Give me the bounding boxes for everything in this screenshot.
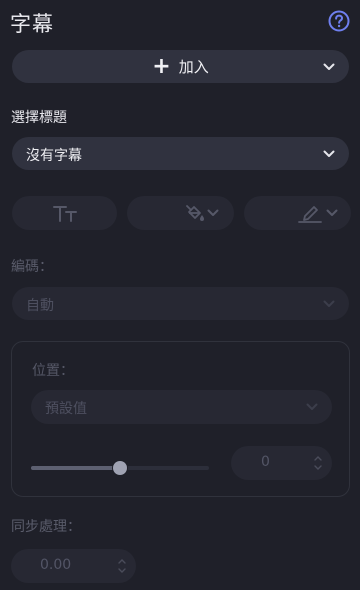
panel-title: 字幕	[10, 12, 54, 36]
chevron-down-icon	[323, 150, 335, 157]
fill-color-button[interactable]	[127, 196, 234, 230]
stepper-arrows-icon[interactable]	[118, 556, 126, 576]
chevron-down-icon	[306, 403, 318, 410]
add-button-label: 加入	[178, 58, 209, 76]
position-preset-value: 預設值	[45, 401, 87, 417]
add-subtitle-button[interactable]: + 加入	[12, 50, 349, 83]
chevron-down-icon	[207, 209, 219, 216]
outline-color-button[interactable]	[244, 196, 351, 230]
position-stepper[interactable]: 0	[231, 446, 332, 480]
sync-label: 同步處理：	[11, 519, 81, 535]
chevron-down-icon	[323, 63, 335, 70]
sync-stepper-value: 0.00	[40, 557, 72, 573]
encoding-dropdown-value: 自動	[26, 298, 54, 314]
plus-icon: +	[152, 53, 171, 79]
subtitle-dropdown-value: 沒有字幕	[26, 148, 82, 164]
help-icon[interactable]	[328, 10, 350, 32]
position-stepper-value: 0	[261, 454, 270, 470]
slider-thumb[interactable]	[113, 461, 127, 475]
paint-bucket-icon	[186, 205, 204, 221]
subtitle-dropdown[interactable]: 沒有字幕	[12, 137, 349, 170]
panel-header: 字幕	[10, 8, 352, 38]
chevron-down-icon	[323, 300, 335, 307]
select-title-label: 選擇標題	[11, 110, 67, 126]
stepper-arrows-icon[interactable]	[314, 453, 322, 473]
subtitle-panel: 字幕 + 加入 選擇標題 沒有字幕 編碼： 自動 位置： 預設值 0 同步處理：…	[0, 0, 360, 590]
style-toolbar	[0, 196, 360, 230]
position-preset-dropdown[interactable]: 預設值	[31, 390, 332, 424]
position-label: 位置：	[32, 363, 74, 379]
position-slider[interactable]	[31, 461, 209, 475]
pen-icon	[298, 206, 322, 223]
text-size-button[interactable]	[12, 196, 117, 230]
text-size-icon	[53, 206, 77, 222]
position-group: 位置： 預設值 0	[11, 341, 350, 497]
chevron-down-icon	[326, 209, 338, 216]
encoding-dropdown[interactable]: 自動	[12, 287, 349, 320]
sync-stepper[interactable]: 0.00	[11, 549, 136, 583]
slider-fill	[31, 466, 120, 470]
encoding-label: 編碼：	[11, 259, 53, 275]
